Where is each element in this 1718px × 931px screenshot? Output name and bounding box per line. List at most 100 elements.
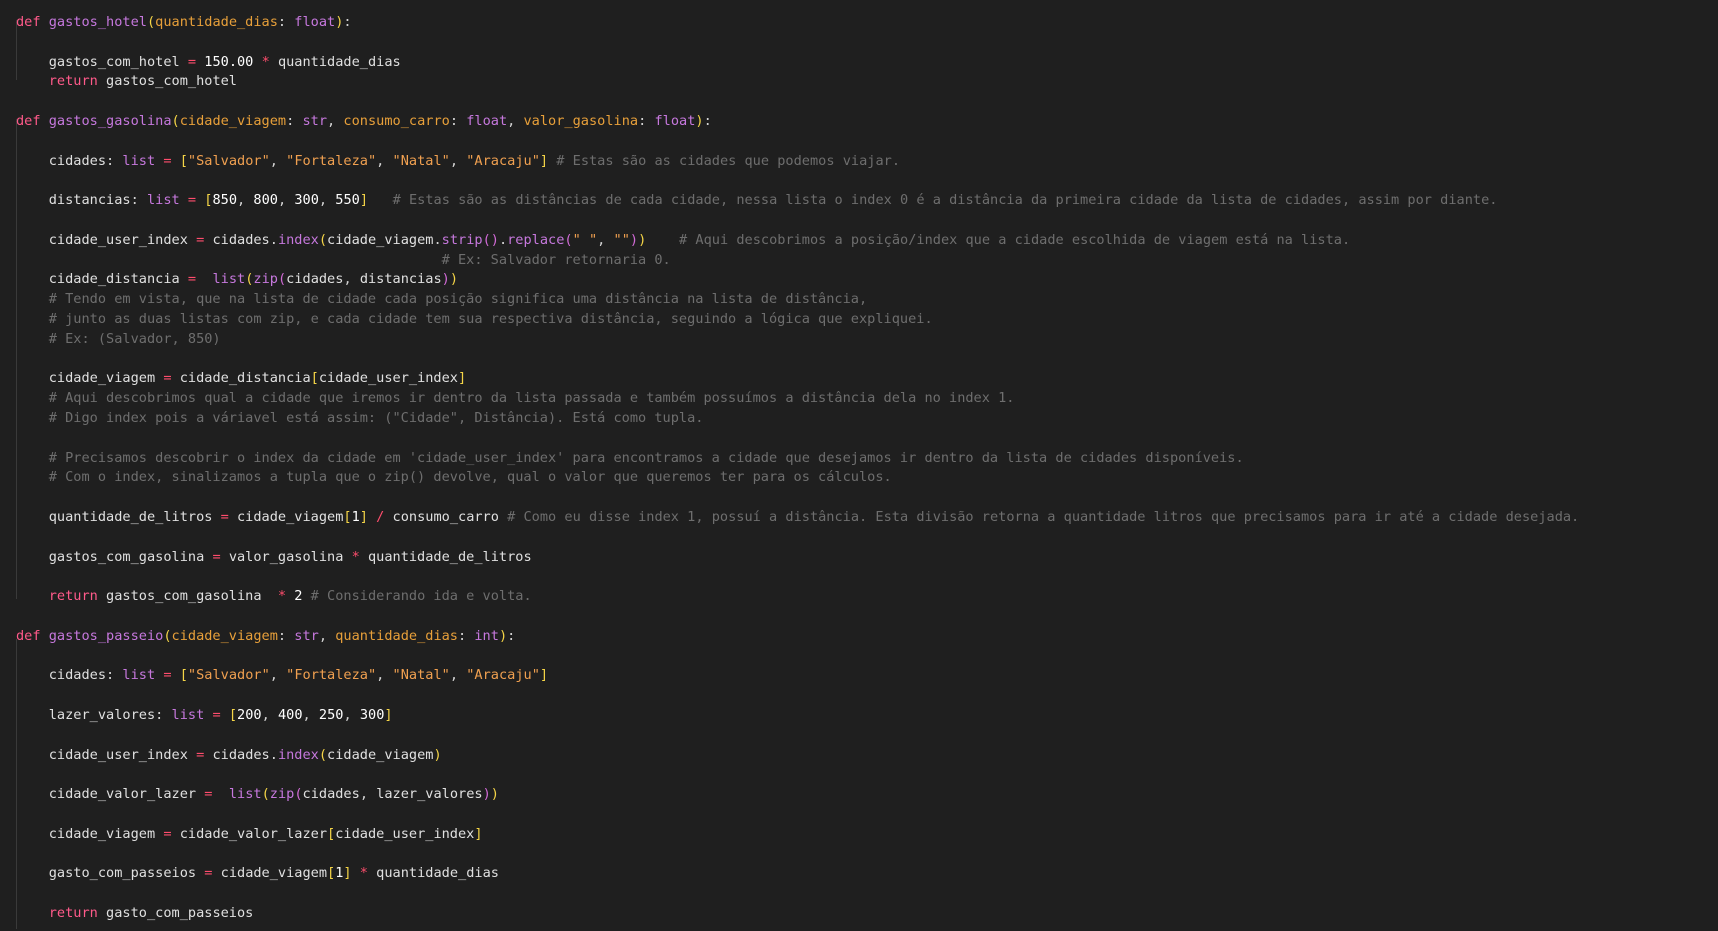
code-editor[interactable]: def gastos_hotel(quantidade_dias: float)… (0, 0, 1718, 931)
code-token: 200 (237, 707, 262, 723)
code-token: cidade_valor_lazer (179, 825, 328, 842)
code-token: ( (318, 746, 328, 763)
code-token: zip (253, 271, 278, 288)
code-token: = (212, 548, 221, 565)
code-token: int (474, 627, 499, 644)
code-line: return gastos_com_gasolina * 2 # Conside… (16, 586, 532, 606)
code-token: ] (359, 192, 369, 209)
code-token: cidade_distancia (179, 370, 311, 387)
code-token: quantidade_de_litros (367, 548, 532, 565)
code-token: [ (327, 825, 336, 842)
code-token: , (327, 113, 344, 129)
code-token: ( (171, 113, 180, 129)
code-line: cidade_viagem = cidade_distancia[cidade_… (16, 368, 466, 388)
code-token: gastos_passeio (48, 627, 164, 644)
code-token: # Ex: Salvador retornaria 0. (441, 251, 671, 268)
code-token: ) (629, 231, 639, 248)
code-token: distancias (48, 192, 131, 209)
code-token: : (286, 113, 303, 129)
code-token: gastos_com_hotel (48, 53, 180, 70)
code-token: . (433, 231, 442, 248)
code-line: return gasto_com_passeios (16, 903, 254, 923)
code-token: cidades (286, 271, 344, 288)
code-token: gasto_com_passeios (48, 865, 197, 882)
code-token: 550 (335, 192, 360, 209)
code-token: , (237, 192, 254, 209)
code-token: cidades (212, 231, 270, 248)
code-token: # Estas são as distâncias de cada cidade… (392, 192, 1498, 209)
code-token: return (48, 905, 98, 921)
code-token: cidade_viagem (327, 231, 434, 248)
code-token: cidade_viagem (327, 746, 434, 763)
code-token: list (171, 707, 205, 723)
code-token: * (277, 588, 287, 605)
code-line: quantidade_de_litros = cidade_viagem[1] … (16, 507, 1580, 527)
code-token: ( (146, 14, 156, 30)
code-token: , (597, 231, 614, 248)
code-token: 400 (277, 707, 303, 723)
code-token: consumo_carro (343, 113, 450, 129)
code-token: gasto_com_passeios (106, 905, 254, 921)
code-token: "Salvador" (187, 152, 270, 169)
code-token: # Considerando ida e volta. (310, 588, 532, 605)
code-token: consumo_carro (392, 509, 499, 525)
code-token: cidade_distancia (48, 271, 180, 288)
code-token: float (654, 113, 696, 129)
code-token: # Aqui descobrimos a posição/index que a… (679, 231, 1351, 248)
code-token: str (302, 113, 328, 129)
code-token: , (343, 707, 360, 723)
code-token: def (16, 627, 41, 644)
code-token: replace (507, 231, 565, 248)
code-token: list (122, 667, 156, 684)
code-token: ( (294, 786, 303, 803)
code-token: "Fortaleza" (286, 667, 377, 684)
code-token: # Tendo em vista, que na lista de cidade… (48, 291, 868, 308)
code-token: def (16, 14, 41, 30)
code-token: : (507, 627, 516, 644)
code-token: # Com o index, sinalizamos a tupla que o… (48, 469, 892, 486)
code-token: cidade_viagem (220, 865, 328, 882)
code-token: : (277, 627, 295, 644)
code-token: : (458, 627, 475, 644)
code-line: gastos_com_hotel = 150.00 * quantidade_d… (16, 52, 401, 72)
code-line: # Com o index, sinalizamos a tupla que o… (16, 467, 892, 487)
code-line: # junto as duas listas com zip, e cada c… (16, 309, 933, 329)
code-token: , (302, 707, 319, 723)
code-token: quantidade_dias (155, 14, 278, 30)
code-token: [ (310, 370, 319, 387)
code-token: return (48, 73, 98, 90)
code-token: , (376, 152, 393, 169)
code-token: = (163, 152, 172, 169)
code-token: return (48, 588, 98, 605)
code-token: : (106, 152, 123, 169)
code-token: def (16, 113, 41, 129)
code-line: distancias: list = [850, 800, 300, 550] … (16, 190, 1498, 210)
code-line: cidade_user_index = cidades.index(cidade… (16, 745, 442, 765)
code-token: lazer_valores (48, 707, 156, 723)
code-line: # Tendo em vista, que na lista de cidade… (16, 289, 867, 309)
code-token: , (376, 667, 393, 684)
code-line: def gastos_gasolina(cidade_viagem: str, … (16, 111, 712, 131)
